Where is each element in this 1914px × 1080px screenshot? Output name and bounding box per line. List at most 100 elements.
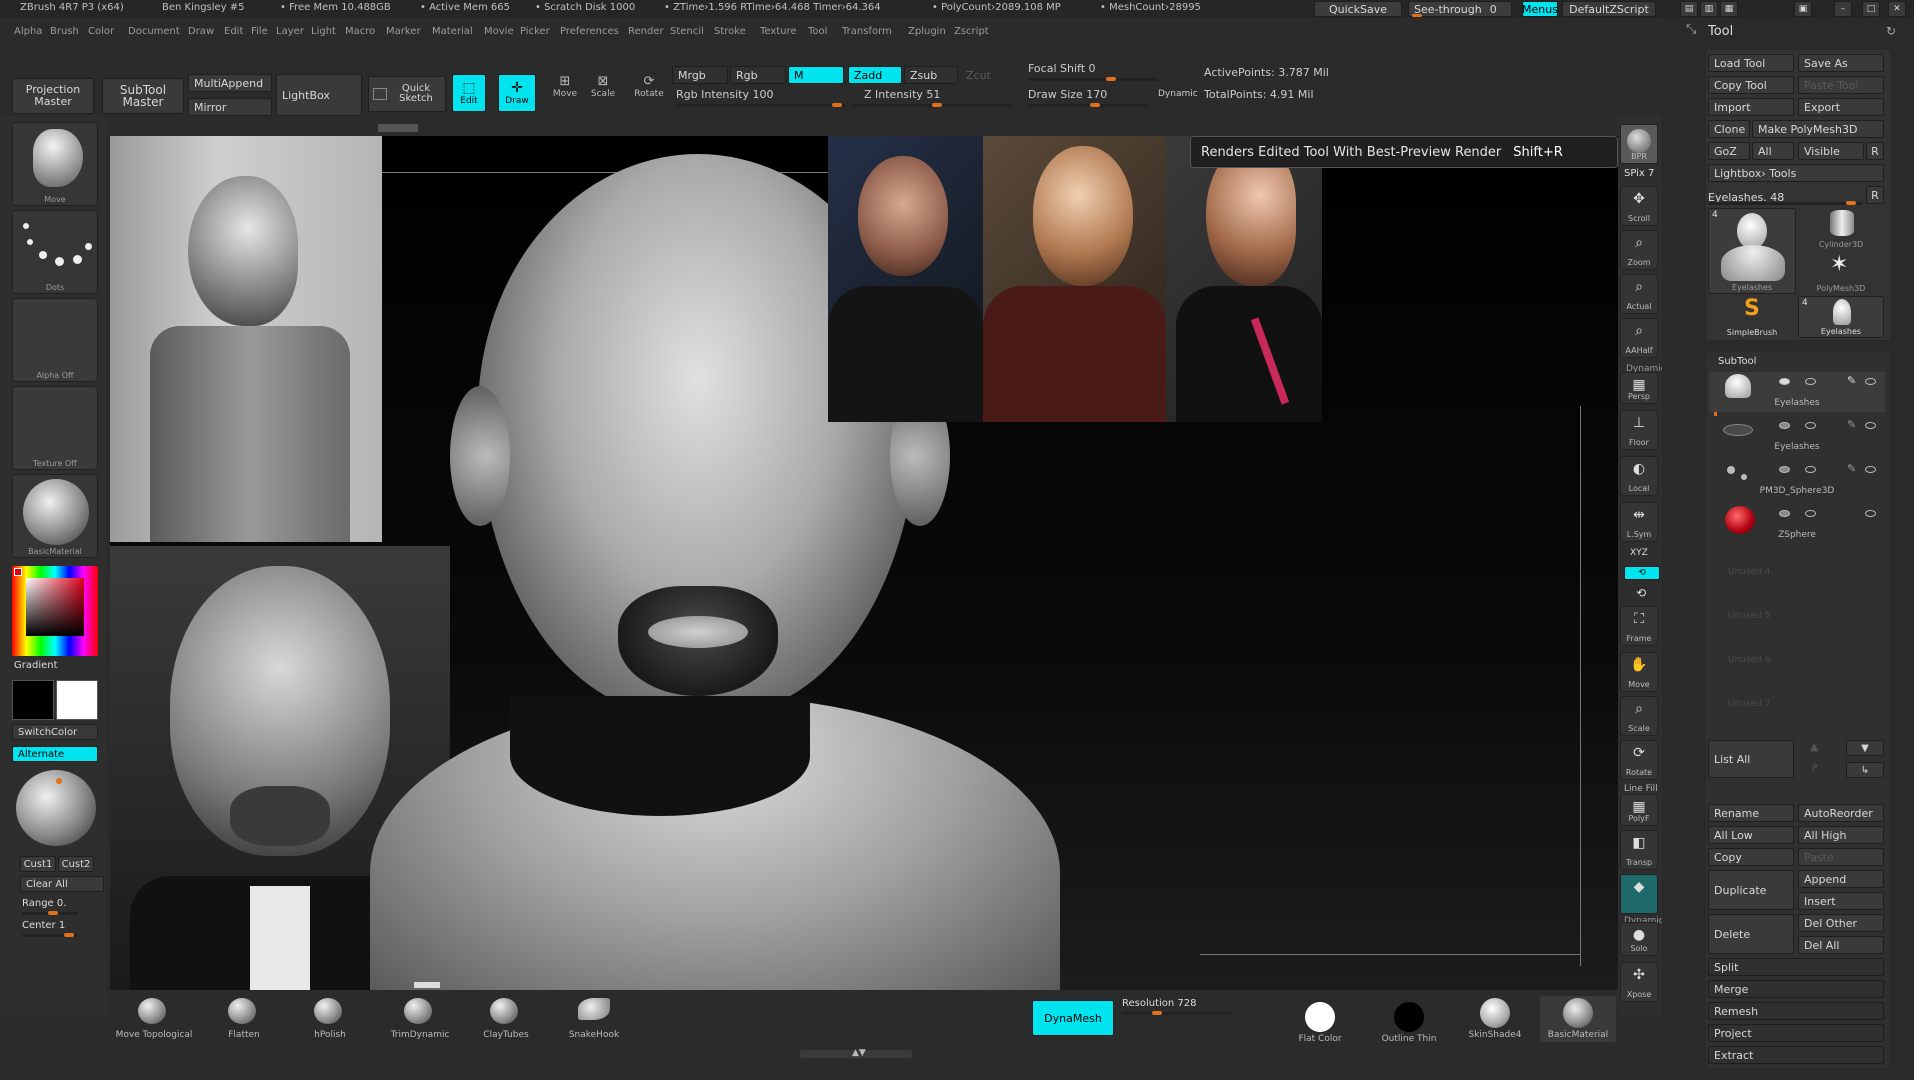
load-tool-button[interactable]: Load Tool: [1708, 54, 1794, 72]
canvas[interactable]: Renders Edited Tool With Best-Preview Re…: [110, 136, 1618, 990]
menu-document[interactable]: Document: [128, 26, 180, 37]
actual-button[interactable]: ⌕ Actual: [1620, 274, 1658, 314]
menu-stroke[interactable]: Stroke: [714, 26, 746, 37]
menu-layer[interactable]: Layer: [276, 26, 304, 37]
rotate-tool-button[interactable]: ⟳ Rotate: [630, 74, 668, 112]
tool-thumb-polymesh[interactable]: ✶ PolyMesh3D: [1798, 252, 1884, 294]
subtool-row-2[interactable]: ✎ Eyelashes: [1709, 416, 1885, 456]
brush-flatten[interactable]: Flatten: [204, 994, 284, 1042]
subtool-row-4[interactable]: ZSphere: [1709, 504, 1885, 544]
copy-tool-button[interactable]: Copy Tool: [1708, 76, 1794, 94]
multiappend-button[interactable]: MultiAppend: [188, 74, 272, 92]
merge-button[interactable]: Merge: [1708, 980, 1884, 998]
solo-button[interactable]: ● Solo: [1620, 922, 1658, 956]
clear-all-button[interactable]: Clear All: [20, 876, 104, 892]
move-down-icon[interactable]: ▼: [1846, 740, 1884, 756]
make-polymesh-button[interactable]: Make PolyMesh3D: [1752, 120, 1884, 138]
scale-tool-button[interactable]: ⊠ Scale: [584, 74, 622, 112]
tool-thumb-simplebrush[interactable]: S SimpleBrush: [1708, 296, 1796, 338]
polyf-button[interactable]: ▦ PolyF: [1620, 794, 1658, 826]
local-button[interactable]: ◐ Local: [1620, 456, 1658, 496]
range-slider[interactable]: [22, 911, 78, 915]
ghost-button[interactable]: ◆: [1620, 874, 1658, 914]
brush-tile-move[interactable]: Move: [12, 122, 98, 206]
menu-texture[interactable]: Texture: [760, 26, 797, 37]
alpha-tile[interactable]: Alpha Off: [12, 298, 98, 382]
subtool-visibility-icon[interactable]: [1865, 466, 1876, 473]
menu-brush[interactable]: Brush: [50, 26, 79, 37]
z-intensity-slider[interactable]: [852, 103, 1012, 107]
copy-button[interactable]: Copy: [1708, 848, 1794, 866]
subtool-brush-icon[interactable]: ✎: [1847, 462, 1856, 475]
import-button[interactable]: Import: [1708, 98, 1794, 116]
menu-light[interactable]: Light: [311, 26, 336, 37]
scale-view-button[interactable]: ⌕ Scale: [1620, 696, 1658, 736]
mirror-button[interactable]: Mirror: [188, 98, 272, 116]
paste-button[interactable]: Paste: [1798, 848, 1884, 866]
all-low-button[interactable]: All Low: [1708, 826, 1794, 844]
move-up-right-icon[interactable]: ↱: [1810, 762, 1819, 775]
rename-button[interactable]: Rename: [1708, 804, 1794, 822]
dynamesh-button[interactable]: DynaMesh: [1032, 1000, 1114, 1036]
menu-render[interactable]: Render: [628, 26, 664, 37]
skinshade-button[interactable]: SkinShade4: [1462, 996, 1528, 1042]
subtool-master-button[interactable]: SubTool Master: [102, 78, 184, 114]
move-tool-button[interactable]: ⊞ Move: [546, 74, 584, 112]
insert-button[interactable]: Insert: [1798, 892, 1884, 910]
subtool-visibility-icon[interactable]: [1865, 378, 1876, 385]
append-button[interactable]: Append: [1798, 870, 1884, 888]
center-slider[interactable]: [22, 933, 78, 937]
projection-master-button[interactable]: Projection Master: [12, 78, 94, 114]
spix-label[interactable]: SPix 7: [1624, 168, 1654, 179]
subtool-toggle-icon[interactable]: [1779, 466, 1790, 473]
stroke-tile-dots[interactable]: Dots: [12, 210, 98, 294]
goz-all-button[interactable]: All: [1752, 142, 1794, 160]
rotate-mode-icon[interactable]: ⟲: [1636, 586, 1646, 600]
cust2-button[interactable]: Cust2: [58, 856, 94, 872]
rotate-view-button[interactable]: ⟳ Rotate: [1620, 740, 1658, 780]
menu-material[interactable]: Material: [432, 26, 473, 37]
material-tile[interactable]: BasicMaterial: [12, 474, 98, 558]
brush-hpolish[interactable]: hPolish: [290, 994, 370, 1042]
menu-transform[interactable]: Transform: [842, 26, 892, 37]
remesh-button[interactable]: Remesh: [1708, 1002, 1884, 1020]
gradient-label[interactable]: Gradient: [14, 660, 58, 671]
zcut-button[interactable]: Zcut: [960, 66, 1010, 84]
rgb-intensity-slider[interactable]: [676, 103, 846, 107]
lightbox-tools-button[interactable]: Lightbox› Tools: [1708, 164, 1884, 182]
del-other-button[interactable]: Del Other: [1798, 914, 1884, 932]
del-all-button[interactable]: Del All: [1798, 936, 1884, 954]
subtool-header[interactable]: SubTool: [1718, 356, 1756, 367]
menu-macro[interactable]: Macro: [345, 26, 375, 37]
switchcolor-button[interactable]: SwitchColor: [12, 724, 98, 740]
export-button[interactable]: Export: [1798, 98, 1884, 116]
menu-preferences[interactable]: Preferences: [560, 26, 619, 37]
scroll-button[interactable]: ✥ Scroll: [1620, 186, 1658, 226]
menu-marker[interactable]: Marker: [386, 26, 421, 37]
subtool-visibility-icon[interactable]: [1865, 510, 1876, 517]
resolution-slider[interactable]: [1122, 1011, 1232, 1015]
menu-draw[interactable]: Draw: [188, 26, 214, 37]
brush-snakehook[interactable]: SnakeHook: [554, 994, 634, 1042]
menu-file[interactable]: File: [251, 26, 268, 37]
tool-thumb-cylinder[interactable]: Cylinder3D: [1798, 208, 1884, 250]
zsub-button[interactable]: Zsub: [904, 66, 958, 84]
tool-thumb-eyelashes-2[interactable]: 4 Eyelashes: [1798, 296, 1884, 338]
menu-alpha[interactable]: Alpha: [14, 26, 42, 37]
project-button[interactable]: Project: [1708, 1024, 1884, 1042]
menu-picker[interactable]: Picker: [520, 26, 550, 37]
menu-tool[interactable]: Tool: [808, 26, 827, 37]
move-view-button[interactable]: ✋ Move: [1620, 652, 1658, 692]
menus-button[interactable]: Menus: [1522, 1, 1558, 17]
subtool-poly-icon[interactable]: [1805, 422, 1816, 429]
primary-color-swatch[interactable]: [12, 680, 54, 720]
see-through-slider[interactable]: See-through 0: [1408, 1, 1512, 17]
layout3-icon[interactable]: ▦: [1720, 1, 1738, 17]
texture-tile[interactable]: Texture Off: [12, 386, 98, 470]
goz-r-button[interactable]: R: [1866, 142, 1884, 160]
mrgb-button[interactable]: Mrgb: [672, 66, 728, 84]
subtool-toggle-icon[interactable]: [1779, 510, 1790, 517]
secondary-color-swatch[interactable]: [56, 680, 98, 720]
default-zscript-button[interactable]: DefaultZScript: [1562, 1, 1656, 17]
menu-color[interactable]: Color: [88, 26, 114, 37]
